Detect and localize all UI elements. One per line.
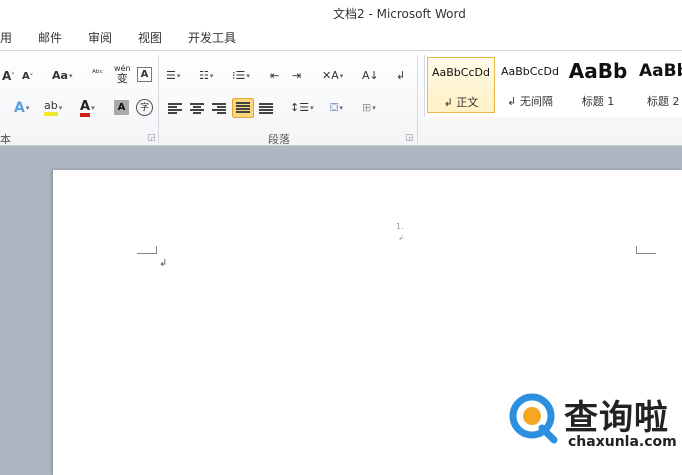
paragraph-group-label: 段落 bbox=[268, 133, 290, 146]
style-heading-2[interactable]: AaBb 标题 2 bbox=[633, 57, 682, 113]
justify-button[interactable] bbox=[232, 98, 254, 118]
multilevel-list-icon: ⁝☰ bbox=[232, 69, 246, 82]
window-title: 文档2 - Microsoft Word bbox=[333, 7, 466, 21]
header-number: 1. bbox=[396, 222, 404, 231]
phonetic-guide-button[interactable]: wén 变 bbox=[114, 63, 131, 85]
tab-review[interactable]: 审阅 bbox=[88, 29, 112, 46]
increase-indent-icon: ⇥ bbox=[292, 69, 302, 82]
watermark-english: chaxunla.com bbox=[568, 434, 677, 450]
tab-reference[interactable]: 用 bbox=[0, 29, 12, 46]
increase-indent-button[interactable]: ⇥ bbox=[292, 67, 301, 85]
styles-gallery: AaBbCcDd ↲ 正文 AaBbCcDd ↲ 无间隔 AaBb 标题 1 A… bbox=[424, 55, 682, 117]
style-name: 标题 2 bbox=[647, 95, 680, 108]
group-separator bbox=[417, 55, 418, 143]
chinese-layout-icon: ✕A bbox=[322, 69, 339, 82]
chinese-layout-button[interactable]: ✕A ▾ bbox=[322, 67, 343, 85]
bullets-icon: ☰ bbox=[166, 69, 176, 82]
paragraph-dialog-launcher[interactable]: ◲ bbox=[405, 133, 414, 143]
paragraph-mark: ↲ bbox=[159, 258, 168, 269]
shading-button[interactable]: ⛋ ▾ bbox=[330, 99, 343, 117]
style-sample: AaBb bbox=[639, 61, 682, 81]
header-mark: ↲ bbox=[398, 234, 404, 242]
decrease-indent-button[interactable]: ⇤ bbox=[270, 67, 279, 85]
text-effect-button[interactable]: A ▾ bbox=[14, 99, 29, 117]
numbering-icon: ☷ bbox=[199, 69, 209, 82]
watermark-logo-icon bbox=[509, 393, 558, 444]
style-name: 标题 1 bbox=[581, 95, 615, 108]
style-sample: AaBbCcDd bbox=[501, 65, 559, 78]
style-name: ↲ 正文 bbox=[443, 96, 479, 109]
margin-corner-top-left bbox=[137, 246, 157, 254]
highlight-icon: ab bbox=[44, 100, 58, 116]
margin-corner-top-right bbox=[636, 246, 656, 254]
style-heading-1[interactable]: AaBb 标题 1 bbox=[565, 57, 631, 113]
line-spacing-icon: ↕☰ bbox=[290, 101, 310, 114]
tab-developer[interactable]: 开发工具 bbox=[188, 29, 236, 46]
tab-view[interactable]: 视图 bbox=[138, 29, 162, 46]
sort-button[interactable]: A↓ bbox=[362, 67, 379, 85]
borders-button[interactable]: ⊞ ▾ bbox=[362, 99, 376, 117]
font-group-label: 本 bbox=[0, 133, 11, 146]
multilevel-list-button[interactable]: ⁝☰ ▾ bbox=[232, 67, 250, 85]
align-right-button[interactable] bbox=[212, 103, 226, 115]
change-case-button[interactable]: Aa ▾ bbox=[52, 67, 72, 85]
group-separator bbox=[158, 55, 159, 143]
align-center-button[interactable] bbox=[190, 103, 204, 115]
style-no-spacing[interactable]: AaBbCcDd ↲ 无间隔 bbox=[497, 57, 563, 113]
clear-format-button[interactable]: ᴬᵇᶜ bbox=[92, 65, 103, 83]
title-bar: 文档2 - Microsoft Word bbox=[0, 0, 682, 24]
shrink-font-button[interactable]: A ˅ bbox=[22, 68, 33, 86]
phonetic-char: 变 bbox=[116, 72, 128, 85]
bullets-button[interactable]: ☰ ▾ bbox=[166, 67, 180, 85]
paint-bucket-icon: ⛋ bbox=[330, 101, 339, 114]
paragraph-mark-icon: ↲ bbox=[396, 69, 406, 82]
watermark: 查询啦 chaxunla.com bbox=[508, 392, 680, 454]
font-color-button[interactable]: A ▾ bbox=[80, 99, 95, 117]
borders-icon: ⊞ bbox=[362, 101, 372, 114]
font-dialog-launcher[interactable]: ◲ bbox=[147, 133, 156, 143]
distributed-button[interactable] bbox=[259, 103, 273, 115]
style-sample: AaBbCcDd bbox=[432, 66, 490, 79]
align-left-button[interactable] bbox=[168, 103, 182, 115]
grow-font-button[interactable]: A ˄ bbox=[2, 67, 15, 85]
char-border-button[interactable]: A bbox=[137, 67, 152, 82]
watermark-chinese: 查询啦 bbox=[564, 398, 669, 438]
highlight-button[interactable]: ab ▾ bbox=[44, 99, 62, 117]
enclose-char-button[interactable]: 字 bbox=[136, 99, 153, 116]
char-shading-button[interactable]: A bbox=[114, 100, 129, 115]
clear-format-icon: ᴬᵇᶜ bbox=[92, 68, 104, 79]
line-spacing-button[interactable]: ↕☰ ▾ bbox=[290, 99, 314, 117]
sort-icon: A↓ bbox=[362, 69, 379, 82]
font-color-letter: A bbox=[80, 100, 91, 117]
show-marks-button[interactable]: ↲ bbox=[396, 67, 405, 85]
justify-icon bbox=[236, 102, 250, 114]
decrease-indent-icon: ⇤ bbox=[270, 69, 280, 82]
style-normal[interactable]: AaBbCcDd ↲ 正文 bbox=[427, 57, 495, 113]
ribbon-tabs: 用 邮件 审阅 视图 开发工具 bbox=[0, 24, 682, 50]
numbering-button[interactable]: ☷ ▾ bbox=[199, 67, 213, 85]
style-name: ↲ 无间隔 bbox=[507, 95, 553, 108]
style-sample: AaBb bbox=[568, 59, 628, 83]
tab-mailings[interactable]: 邮件 bbox=[38, 29, 62, 46]
